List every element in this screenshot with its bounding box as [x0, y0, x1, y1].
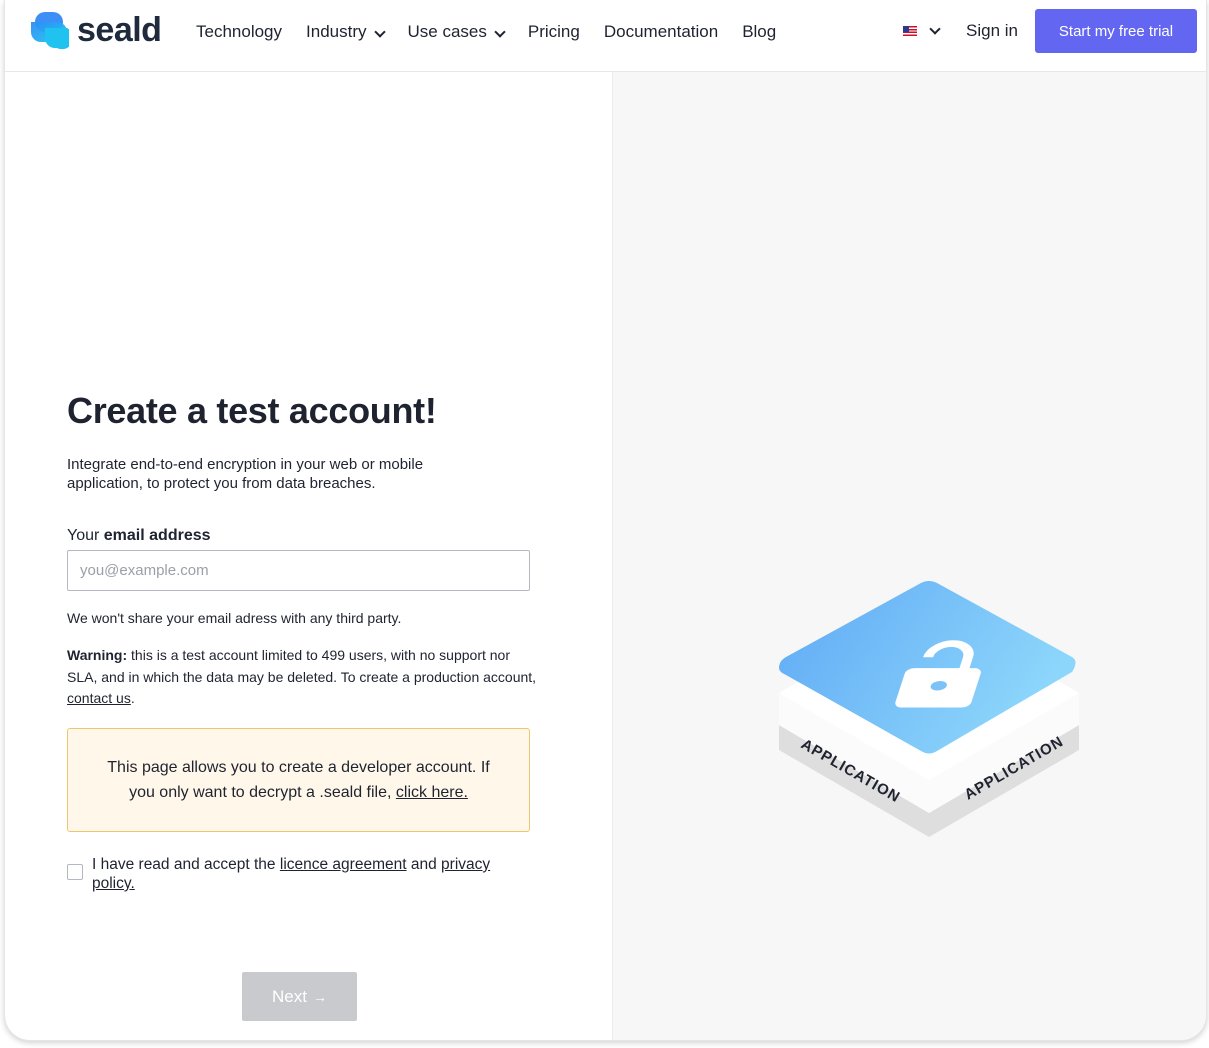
nav-blog[interactable]: Blog: [742, 20, 776, 44]
consent-mid: and: [410, 856, 437, 873]
next-label: Next: [272, 986, 307, 1006]
email-label: Your email address: [67, 527, 211, 545]
nav-blog-label: Blog: [742, 22, 777, 41]
sign-in-link[interactable]: Sign in: [966, 21, 1018, 41]
browser-frame: seald Technology Industry Use cases Pric…: [4, 0, 1207, 1041]
warning-end: .: [130, 690, 135, 706]
nav-use-cases[interactable]: Use cases: [407, 20, 506, 44]
warning-body: this is a test account limited to 499 us…: [67, 647, 537, 685]
consent-prefix: I have read and accept the: [92, 856, 276, 873]
logo-text: seald: [77, 10, 162, 49]
warning-text: Warning: this is a test account limited …: [67, 645, 537, 710]
seald-logo-icon: [31, 11, 74, 50]
nav-pricing-label: Pricing: [527, 22, 580, 41]
consent-text: I have read and accept the licence agree…: [92, 855, 522, 893]
chevron-down-icon: [929, 23, 941, 35]
next-button[interactable]: Next →: [242, 972, 357, 1021]
site-header: seald Technology Industry Use cases Pric…: [5, 0, 1206, 72]
developer-account-notice: This page allows you to create a develop…: [67, 728, 530, 832]
language-selector[interactable]: [903, 23, 941, 36]
nav-technology[interactable]: Technology: [196, 20, 282, 44]
us-flag-icon: [903, 26, 917, 36]
application-lock-illustration: APPLICATION APPLICATION: [770, 575, 1080, 840]
privacy-note: We won't share your email adress with an…: [67, 610, 402, 626]
page-title: Create a test account!: [67, 390, 437, 431]
email-label-bold: email address: [103, 527, 211, 544]
start-free-trial-button[interactable]: Start my free trial: [1035, 9, 1197, 53]
nav-technology-label: Technology: [196, 22, 283, 41]
email-label-prefix: Your: [67, 527, 100, 544]
illustration-panel: [612, 72, 1206, 1040]
chevron-down-icon: [373, 26, 386, 38]
accept-terms-checkbox[interactable]: [67, 864, 83, 880]
warning-bold: Warning:: [67, 647, 128, 663]
nav-pricing[interactable]: Pricing: [528, 20, 580, 44]
nav-industry-label: Industry: [306, 22, 367, 41]
nav-use-cases-label: Use cases: [407, 22, 487, 41]
page-subtitle: Integrate end-to-end encryption in your …: [67, 456, 424, 492]
nav-documentation[interactable]: Documentation: [604, 20, 718, 44]
contact-us-link[interactable]: contact us: [67, 690, 131, 706]
nav-industry[interactable]: Industry: [306, 20, 386, 44]
nav-documentation-label: Documentation: [603, 22, 719, 41]
arrow-right-icon: →: [312, 988, 327, 1005]
email-input[interactable]: [67, 550, 530, 591]
seald-logo[interactable]: seald: [31, 10, 162, 50]
chevron-down-icon: [494, 26, 506, 38]
main-nav: Technology Industry Use cases Pricing Do…: [196, 20, 800, 44]
decrypt-click-here-link[interactable]: click here.: [396, 784, 468, 801]
licence-agreement-link[interactable]: licence agreement: [280, 856, 407, 873]
